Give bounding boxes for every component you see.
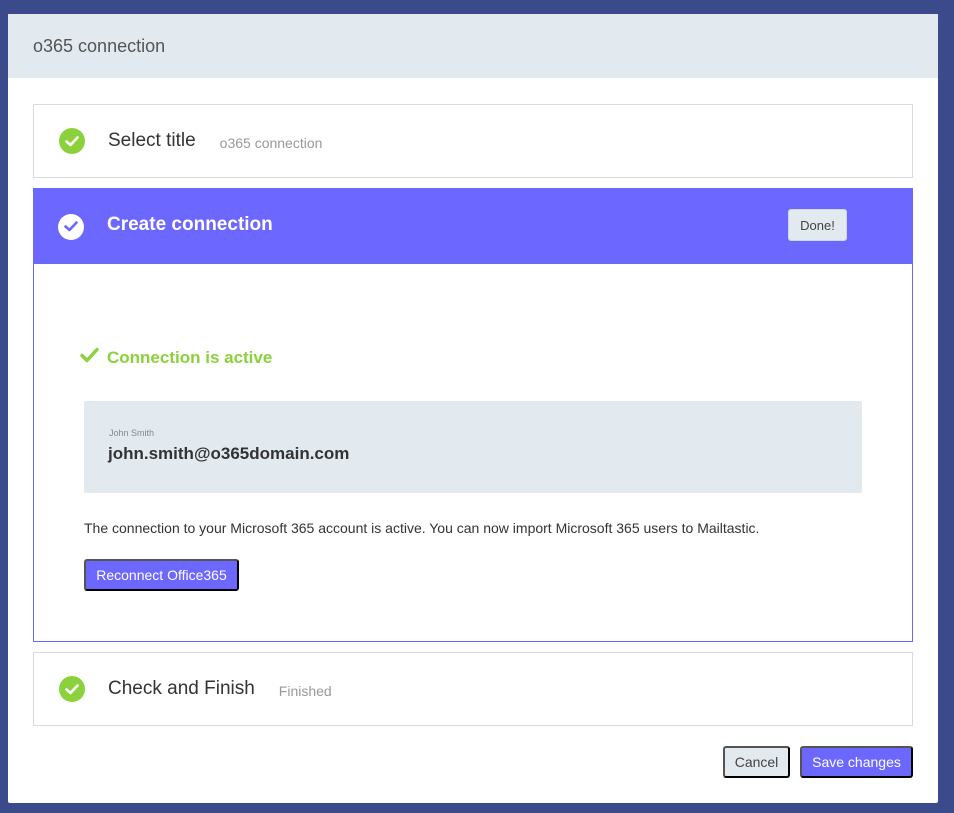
check-circle-icon [59, 128, 85, 154]
connection-info: The connection to your Microsoft 365 acc… [84, 520, 760, 536]
modal-title: o365 connection [8, 14, 938, 78]
connection-status: Connection is active [80, 347, 272, 368]
save-changes-button[interactable]: Save changes [800, 746, 913, 778]
done-button[interactable]: Done! [788, 209, 847, 241]
step-title: Select title [108, 130, 196, 151]
check-circle-icon [58, 213, 84, 240]
status-text: Connection is active [107, 347, 273, 367]
active-step-header[interactable]: Create connection Done! [34, 189, 912, 264]
account-card: John Smith john.smith@o365domain.com [84, 401, 862, 493]
step-create-connection: Create connection Done! Connection is ac… [33, 188, 913, 642]
account-name: John Smith [109, 428, 155, 438]
step-title: Check and Finish [108, 678, 255, 699]
account-email: john.smith@o365domain.com [108, 444, 350, 463]
step-title: Create connection [107, 213, 273, 235]
reconnect-office365-button[interactable]: Reconnect Office365 [84, 559, 239, 591]
step-check-and-finish[interactable]: Check and Finish Finished [33, 652, 913, 726]
cancel-button[interactable]: Cancel [723, 746, 790, 778]
check-circle-icon [59, 676, 85, 702]
step-subtitle: o365 connection [219, 134, 323, 151]
checkmark-icon [80, 347, 99, 368]
step-select-title[interactable]: Select title o365 connection [33, 104, 913, 178]
step-subtitle: Finished [278, 682, 332, 699]
connection-modal: o365 connection Select title o365 connec… [8, 14, 938, 803]
